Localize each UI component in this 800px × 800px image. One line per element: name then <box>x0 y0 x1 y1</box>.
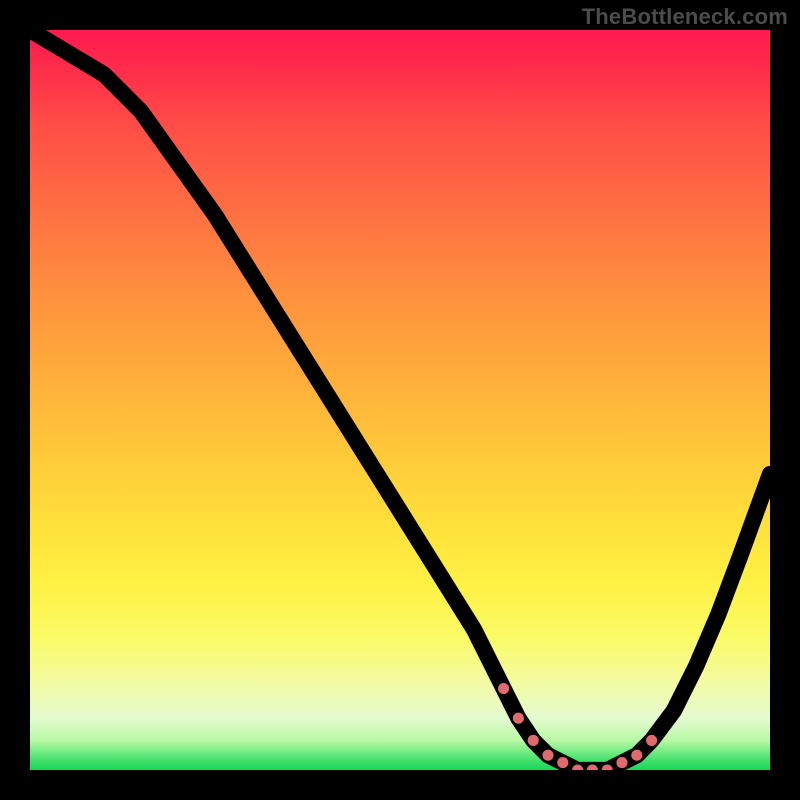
highlight-dot <box>513 713 524 724</box>
highlight-dot <box>631 750 642 761</box>
highlight-dot <box>498 683 509 694</box>
watermark-text: TheBottleneck.com <box>582 4 788 30</box>
plot-area <box>30 30 770 770</box>
highlight-dot <box>528 735 539 746</box>
chart-frame: TheBottleneck.com <box>0 0 800 800</box>
bottleneck-curve-svg <box>30 30 770 770</box>
highlight-dot <box>557 757 568 768</box>
bottleneck-curve <box>30 30 770 770</box>
highlight-dot <box>542 750 553 761</box>
highlight-dot <box>646 735 657 746</box>
highlight-dot <box>616 757 627 768</box>
